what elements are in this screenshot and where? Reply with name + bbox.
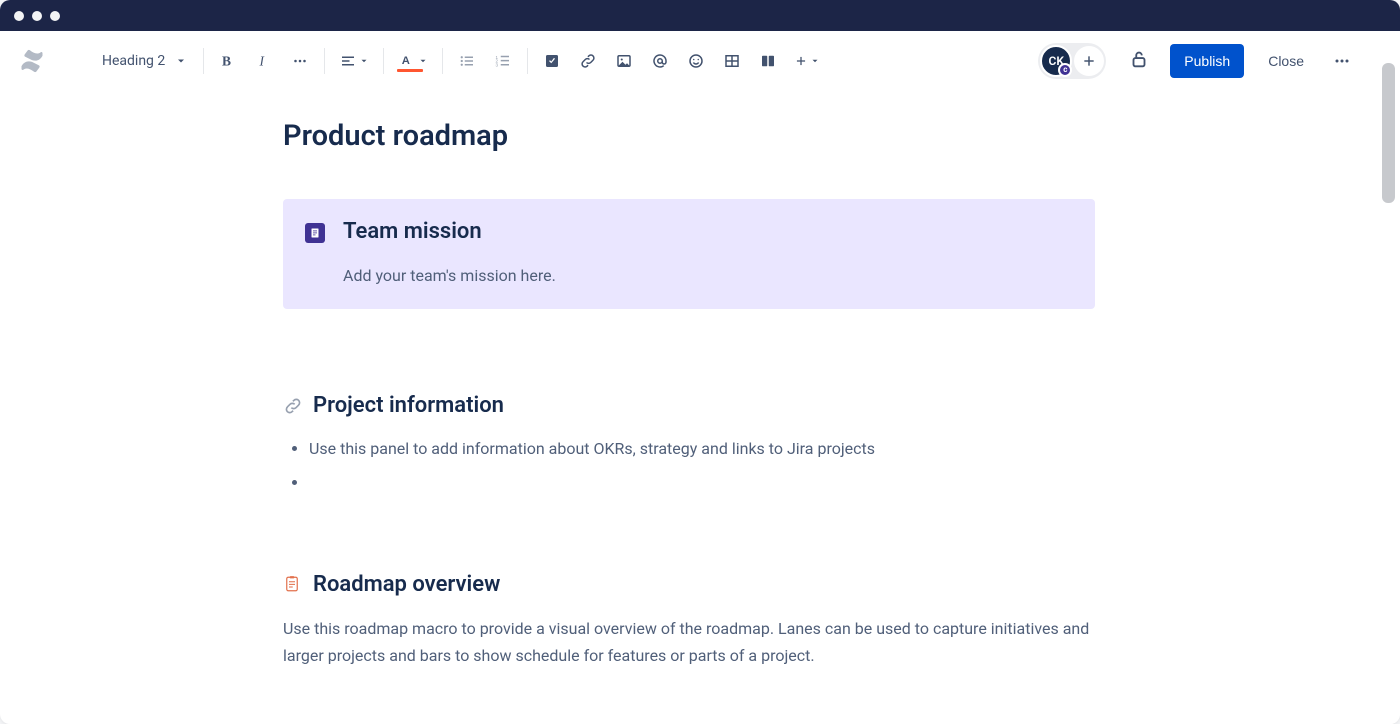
project-info-list[interactable]: Use this panel to add information about …	[283, 436, 1095, 488]
note-icon	[305, 223, 325, 243]
svg-text:B: B	[222, 53, 231, 68]
link-button[interactable]	[572, 45, 604, 77]
confluence-logo-icon	[18, 47, 46, 75]
chevron-down-icon	[359, 56, 369, 66]
bullet-list-button[interactable]	[451, 45, 483, 77]
add-collaborator-button[interactable]	[1074, 46, 1104, 76]
roadmap-body[interactable]: Use this roadmap macro to provide a visu…	[283, 615, 1095, 669]
window-close-dot[interactable]	[14, 11, 24, 21]
page-more-button[interactable]	[1326, 45, 1358, 77]
section-heading-text: Roadmap overview	[313, 572, 500, 597]
scrollbar-thumb[interactable]	[1382, 63, 1395, 203]
close-button[interactable]: Close	[1258, 44, 1314, 78]
panel-placeholder[interactable]: Add your team's mission here.	[343, 266, 556, 285]
text-color-swatch	[397, 69, 423, 72]
list-item-empty[interactable]	[309, 470, 1095, 488]
window-max-dot[interactable]	[50, 11, 60, 21]
text-style-dropdown[interactable]: Heading 2	[94, 45, 195, 77]
section-project-info[interactable]: Project information	[283, 393, 1095, 418]
window-titlebar	[0, 0, 1400, 31]
publish-button[interactable]: Publish	[1170, 44, 1244, 78]
chevron-down-icon	[418, 56, 428, 66]
mention-button[interactable]	[644, 45, 676, 77]
window-min-dot[interactable]	[32, 11, 42, 21]
text-style-label: Heading 2	[102, 53, 165, 69]
svg-text:A: A	[402, 55, 410, 67]
italic-button[interactable]: I	[248, 45, 280, 77]
user-avatar[interactable]: CK c	[1040, 45, 1072, 77]
editor-toolbar: Heading 2 B I	[0, 31, 1378, 91]
scrollbar-track[interactable]	[1378, 31, 1400, 724]
image-button[interactable]	[608, 45, 640, 77]
action-item-button[interactable]	[536, 45, 568, 77]
info-panel[interactable]: Team mission Add your team's mission her…	[283, 199, 1095, 309]
page-title[interactable]: Product roadmap	[283, 119, 1095, 153]
clipboard-icon	[283, 574, 303, 594]
table-button[interactable]	[716, 45, 748, 77]
collaborators: CK c Publish Close	[1038, 43, 1358, 79]
chevron-down-icon	[175, 55, 187, 67]
link-icon	[283, 396, 303, 416]
section-roadmap[interactable]: Roadmap overview	[283, 572, 1095, 597]
numbered-list-button[interactable]: 123	[487, 45, 519, 77]
panel-heading[interactable]: Team mission	[343, 219, 556, 244]
list-item[interactable]: Use this panel to add information about …	[309, 436, 1095, 462]
presence-badge: c	[1058, 63, 1072, 77]
restrictions-button[interactable]	[1128, 48, 1150, 74]
app-window: Heading 2 B I	[0, 0, 1400, 724]
document[interactable]: Product roadmap Team mission Add your te…	[283, 91, 1095, 709]
bold-button[interactable]: B	[212, 45, 244, 77]
section-heading-text: Project information	[313, 393, 504, 418]
insert-dropdown[interactable]	[788, 45, 826, 77]
layouts-button[interactable]	[752, 45, 784, 77]
emoji-button[interactable]	[680, 45, 712, 77]
svg-text:3: 3	[496, 62, 499, 67]
chevron-down-icon	[810, 56, 820, 66]
more-formatting-button[interactable]	[284, 45, 316, 77]
text-color-dropdown[interactable]: A	[392, 45, 434, 77]
alignment-dropdown[interactable]	[333, 45, 375, 77]
svg-text:I: I	[259, 53, 266, 68]
